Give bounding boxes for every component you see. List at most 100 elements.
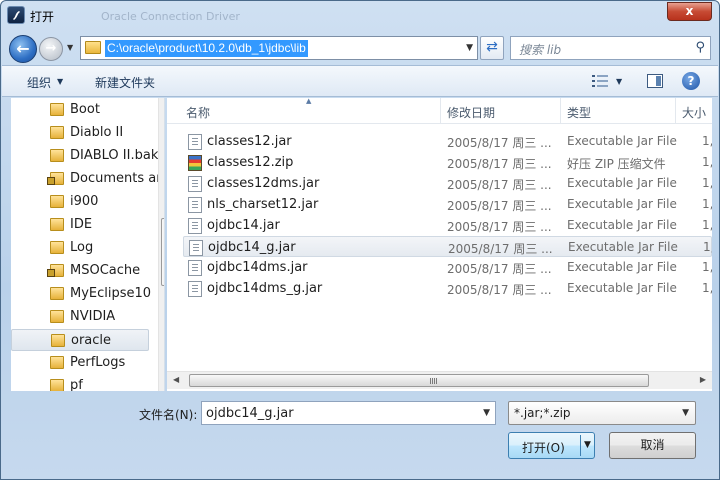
column-divider[interactable]	[675, 98, 676, 123]
nav-item-label: oracle	[71, 333, 112, 348]
file-name: ojdbc14dms_g.jar	[207, 281, 323, 296]
scroll-up-icon[interactable]: ▲	[164, 102, 165, 111]
back-arrow-icon: ←	[16, 39, 30, 58]
nav-item-label: pf	[70, 378, 83, 391]
address-bar[interactable]: C:\oracle\product\10.2.0\db_1\jdbc\lib ▼	[80, 36, 478, 60]
open-button[interactable]: 打开(O) ▼	[508, 432, 595, 459]
nav-item[interactable]: IDE	[11, 214, 149, 236]
window-title: 打开	[30, 10, 55, 24]
file-size: 1,	[702, 218, 712, 232]
nav-item[interactable]: Log	[11, 237, 149, 259]
scroll-down-icon[interactable]: ▼	[164, 376, 165, 385]
nav-item[interactable]: oracle	[11, 329, 149, 351]
file-date: 2005/8/17 周三 ...	[448, 242, 553, 256]
chevron-down-icon[interactable]: ▼	[466, 43, 473, 53]
file-row[interactable]: classes12dms.jar 2005/8/17 周三 ... Executab…	[183, 173, 712, 194]
cancel-button[interactable]: 取消	[609, 432, 696, 459]
jar-file-icon	[188, 281, 202, 297]
file-size: 1,	[702, 281, 712, 295]
scroll-thumb[interactable]	[161, 218, 164, 286]
file-name: ojdbc14_g.jar	[208, 240, 296, 255]
preview-pane-icon[interactable]	[647, 74, 663, 88]
column-divider[interactable]	[440, 98, 441, 123]
file-row[interactable]: classes12.jar 2005/8/17 周三 ... Executable …	[183, 131, 712, 152]
filename-input[interactable]: ojdbc14_g.jar ▼	[201, 401, 496, 425]
nav-item[interactable]: pf	[11, 375, 149, 391]
file-type-filter[interactable]: *.jar;*.zip ▼	[508, 401, 696, 425]
close-icon: x	[685, 4, 694, 18]
view-options-dropdown[interactable]: ▼	[616, 77, 622, 86]
filename-value[interactable]: ojdbc14_g.jar	[206, 406, 294, 421]
file-name: ojdbc14dms.jar	[207, 260, 308, 275]
horizontal-scrollbar[interactable]: ◀ ▶	[167, 371, 712, 389]
folder-icon	[50, 241, 64, 254]
column-type[interactable]: 类型	[567, 104, 591, 121]
file-type: Executable Jar File	[567, 197, 677, 211]
nav-item[interactable]: MSOCache	[11, 260, 149, 282]
scroll-thumb[interactable]	[189, 374, 649, 387]
refresh-icon: ⇄	[486, 39, 498, 55]
nav-item[interactable]: Documents and	[11, 168, 164, 190]
new-folder-button[interactable]: 新建文件夹	[95, 74, 155, 91]
column-header: ▲ 名称 修改日期 类型 大小	[167, 98, 712, 124]
scroll-right-icon[interactable]: ▶	[700, 375, 706, 384]
nav-item-label: DIABLO II.bak	[70, 148, 159, 163]
open-file-dialog: 打开 Oracle Connection Driver x ← → ▼ C:\o…	[0, 0, 720, 480]
refresh-button[interactable]: ⇄	[480, 36, 504, 60]
open-options-dropdown[interactable]: ▼	[584, 440, 591, 450]
nav-item[interactable]: PerfLogs	[11, 352, 149, 374]
column-date[interactable]: 修改日期	[447, 104, 495, 121]
nav-item-label: PerfLogs	[70, 355, 126, 370]
locked-folder-icon	[47, 172, 64, 185]
folder-icon	[50, 149, 64, 162]
file-row[interactable]: ojdbc14.jar 2005/8/17 周三 ... Executable Ja…	[183, 215, 712, 236]
scroll-left-icon[interactable]: ◀	[173, 375, 179, 384]
chevron-down-icon[interactable]: ▼	[682, 408, 689, 418]
address-path[interactable]: C:\oracle\product\10.2.0\db_1\jdbc\lib	[105, 40, 308, 57]
split-divider	[580, 435, 581, 456]
back-button[interactable]: ←	[9, 35, 37, 63]
nav-scrollbar[interactable]: ▲ ▼	[158, 98, 165, 391]
file-name: classes12.jar	[207, 134, 292, 149]
background-window-title: Oracle Connection Driver	[101, 10, 240, 23]
column-divider[interactable]	[560, 98, 561, 123]
filename-label: 文件名(N):	[139, 408, 198, 422]
search-icon[interactable]: ⚲	[695, 40, 705, 55]
file-date: 2005/8/17 周三 ...	[447, 136, 552, 150]
column-name[interactable]: 名称	[186, 104, 210, 121]
open-button-label: 打开(O)	[522, 441, 565, 455]
nav-item[interactable]: DIABLO II.bak	[11, 145, 158, 167]
file-row[interactable]: nls_charset12.jar 2005/8/17 周三 ... Executa…	[183, 194, 712, 215]
jar-file-icon	[189, 240, 203, 256]
nav-item[interactable]: NVIDIA	[11, 306, 149, 328]
file-size: 1,	[702, 176, 712, 190]
chevron-down-icon[interactable]: ▼	[483, 408, 490, 418]
column-size[interactable]: 大小	[682, 104, 706, 121]
file-row[interactable]: classes12.zip 2005/8/17 周三 ... 好压 ZIP 压缩文件…	[183, 152, 712, 173]
folder-icon	[50, 287, 64, 300]
change-view-icon[interactable]	[592, 74, 608, 88]
file-row[interactable]: ojdbc14dms_g.jar 2005/8/17 周三 ... Executab…	[183, 278, 712, 299]
close-button[interactable]: x	[667, 2, 712, 21]
file-type: Executable Jar File	[567, 281, 677, 295]
organize-menu[interactable]: 组织	[27, 74, 51, 91]
chevron-down-icon[interactable]: ▼	[57, 77, 63, 86]
nav-item[interactable]: Diablo II	[11, 122, 149, 144]
navigation-pane: Boot Diablo II DIABLO II.bak Documents and i…	[11, 98, 165, 391]
file-type: 好压 ZIP 压缩文件	[567, 157, 666, 171]
file-name: nls_charset12.jar	[207, 197, 319, 212]
nav-item[interactable]: Boot	[11, 99, 149, 121]
zip-archive-icon	[188, 155, 202, 171]
forward-button[interactable]: →	[39, 37, 63, 61]
file-row[interactable]: ojdbc14_g.jar 2005/8/17 周三 ... Executable …	[183, 236, 712, 257]
recent-locations-dropdown[interactable]: ▼	[67, 43, 73, 52]
file-date: 2005/8/17 周三 ...	[447, 283, 552, 297]
nav-item[interactable]: i900	[11, 191, 149, 213]
file-row[interactable]: ojdbc14dms.jar 2005/8/17 周三 ... Executable…	[183, 257, 712, 278]
nav-item[interactable]: MyEclipse10	[11, 283, 151, 305]
sort-ascending-icon: ▲	[306, 98, 312, 105]
search-input[interactable]: 搜索 lib ⚲	[510, 36, 711, 60]
jar-file-icon	[188, 197, 202, 213]
help-icon[interactable]: ?	[682, 72, 700, 90]
file-type: Executable Jar File	[567, 260, 677, 274]
